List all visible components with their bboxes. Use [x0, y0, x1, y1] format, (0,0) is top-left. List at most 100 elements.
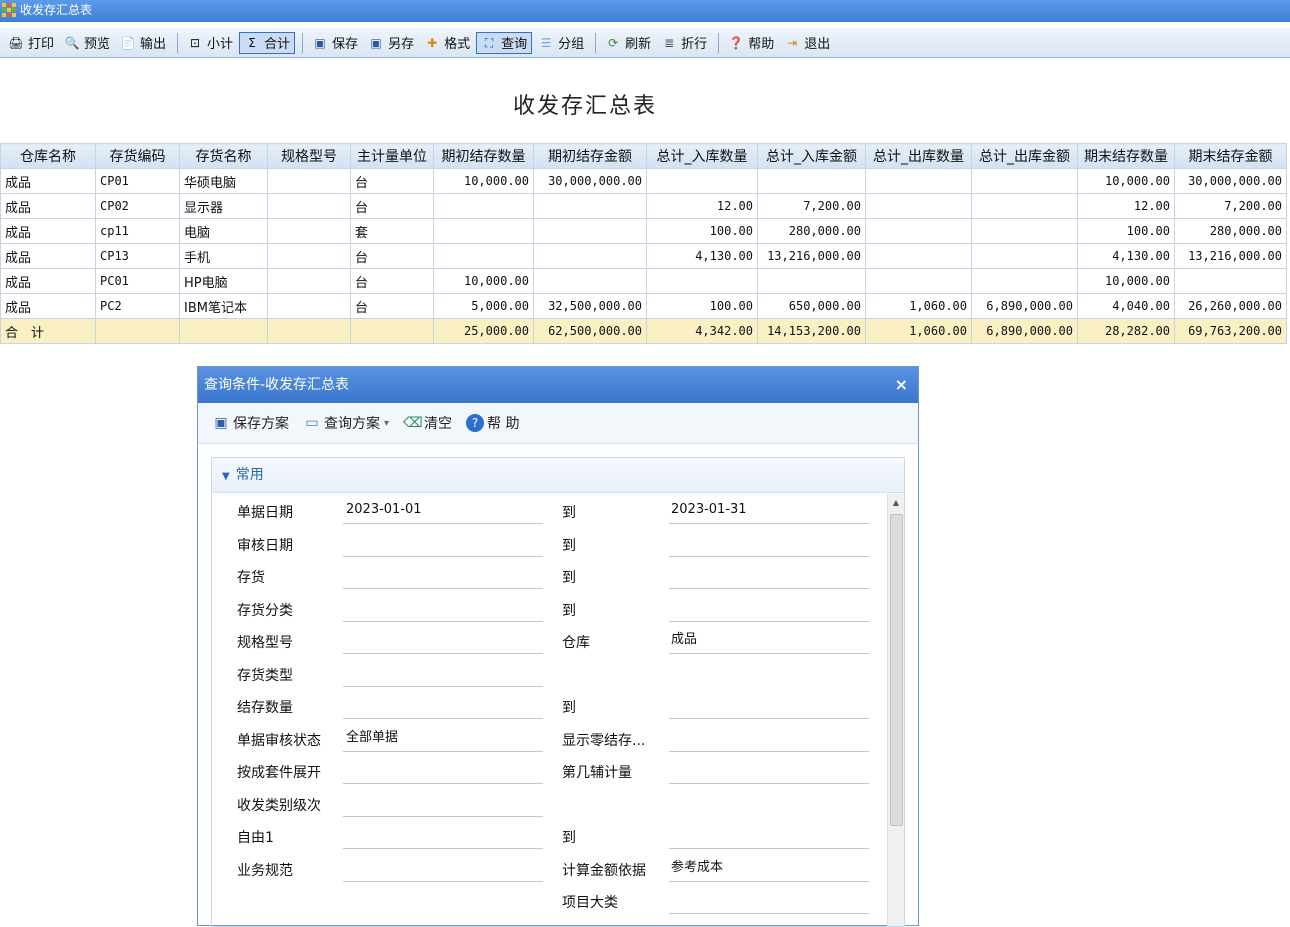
table-cell[interactable]: CP13	[95, 243, 180, 269]
close-icon[interactable]: ×	[895, 367, 908, 403]
table-cell[interactable]: 10,000.00	[433, 268, 534, 294]
column-header[interactable]: 总计_出库数量	[865, 143, 972, 169]
field-input-secondary[interactable]	[669, 890, 869, 914]
table-cell[interactable]: 台	[350, 268, 434, 294]
field-input-secondary[interactable]	[669, 695, 869, 719]
table-cell[interactable]	[865, 168, 972, 194]
field-input[interactable]	[343, 663, 543, 687]
table-cell[interactable]: 30,000,000.00	[533, 168, 647, 194]
column-header[interactable]: 总计_入库数量	[646, 143, 758, 169]
table-cell[interactable]: 13,216,000.00	[1174, 243, 1287, 269]
column-header[interactable]: 期初结存金额	[533, 143, 647, 169]
query-button[interactable]: ⛶ 查询	[476, 31, 533, 54]
table-cell[interactable]: 7,200.00	[757, 193, 866, 219]
table-cell[interactable]: IBM笔记本	[179, 293, 268, 319]
print-button[interactable]: 🖨 打印	[4, 32, 58, 54]
table-cell[interactable]: 10,000.00	[433, 168, 534, 194]
scroll-up-icon[interactable]: ▲	[888, 494, 904, 512]
table-cell[interactable]	[267, 268, 351, 294]
field-input[interactable]	[343, 793, 543, 817]
table-cell[interactable]: CP01	[95, 168, 180, 194]
save-as-button[interactable]: ▣ 另存	[364, 32, 418, 54]
table-cell[interactable]: 100.00	[1077, 218, 1175, 244]
field-input[interactable]: 2023-01-01	[343, 500, 543, 524]
table-cell[interactable]: 12.00	[646, 193, 758, 219]
field-input-secondary[interactable]	[669, 760, 869, 784]
table-row[interactable]: 成品 CP13 手机台 4,130.00 13,216,000.00 4,130.00 13…	[0, 243, 1287, 269]
exit-button[interactable]: ⇥ 退出	[780, 32, 834, 54]
table-row[interactable]: 成品 CP01 华硕电脑台 10,000.00 30,000,000.00 10,000.…	[0, 168, 1287, 194]
field-input[interactable]	[343, 760, 543, 784]
table-cell[interactable]	[533, 193, 647, 219]
table-cell[interactable]: 5,000.00	[433, 293, 534, 319]
field-input[interactable]	[343, 533, 543, 557]
table-cell[interactable]	[971, 168, 1078, 194]
table-cell[interactable]: 套	[350, 218, 434, 244]
column-header[interactable]: 期初结存数量	[433, 143, 534, 169]
table-cell[interactable]	[757, 268, 866, 294]
table-cell[interactable]	[267, 193, 351, 219]
field-input-secondary[interactable]	[669, 565, 869, 589]
table-cell[interactable]	[757, 168, 866, 194]
scroll-thumb[interactable]	[890, 514, 903, 826]
field-input[interactable]	[343, 695, 543, 719]
table-cell[interactable]	[971, 218, 1078, 244]
table-cell[interactable]: 成品	[0, 193, 96, 219]
table-cell[interactable]	[865, 193, 972, 219]
table-cell[interactable]: HP电脑	[179, 268, 268, 294]
table-cell[interactable]: 台	[350, 168, 434, 194]
table-cell[interactable]	[433, 193, 534, 219]
query-plan-button[interactable]: ▭ 查询方案 ▾	[303, 413, 389, 433]
preview-button[interactable]: 🔍 预览	[60, 32, 114, 54]
table-cell[interactable]: 10,000.00	[1077, 168, 1175, 194]
field-input[interactable]	[343, 858, 543, 882]
save-button[interactable]: ▣ 保存	[308, 32, 362, 54]
table-cell[interactable]: 12.00	[1077, 193, 1175, 219]
table-cell[interactable]	[971, 268, 1078, 294]
table-cell[interactable]	[433, 243, 534, 269]
table-cell[interactable]: 4,040.00	[1077, 293, 1175, 319]
form-scrollbar[interactable]: ▲	[887, 494, 904, 926]
column-header[interactable]: 存货名称	[179, 143, 268, 169]
field-input-secondary[interactable]	[669, 598, 869, 622]
table-cell[interactable]: 4,130.00	[1077, 243, 1175, 269]
table-cell[interactable]: 7,200.00	[1174, 193, 1287, 219]
table-cell[interactable]: 100.00	[646, 218, 758, 244]
field-input-secondary[interactable]: 成品	[669, 630, 869, 654]
table-cell[interactable]: 华硕电脑	[179, 168, 268, 194]
table-cell[interactable]: 280,000.00	[1174, 218, 1287, 244]
column-header[interactable]: 规格型号	[267, 143, 351, 169]
table-cell[interactable]: 650,000.00	[757, 293, 866, 319]
field-input-secondary[interactable]	[669, 533, 869, 557]
table-cell[interactable]	[865, 243, 972, 269]
field-input[interactable]	[343, 630, 543, 654]
table-cell[interactable]: CP02	[95, 193, 180, 219]
table-row[interactable]: 成品 CP02 显示器台 12.00 7,200.00 12.00 7,200.00	[0, 193, 1287, 219]
table-cell[interactable]	[646, 268, 758, 294]
subtotal-button[interactable]: ⊡ 小计	[183, 32, 237, 54]
clear-button[interactable]: ⌫ 清空	[403, 413, 452, 433]
export-button[interactable]: 📄 输出	[116, 32, 170, 54]
field-input-secondary[interactable]	[669, 825, 869, 849]
table-cell[interactable]: PC2	[95, 293, 180, 319]
section-header-common[interactable]: ▼ 常用	[212, 458, 904, 493]
table-cell[interactable]	[267, 218, 351, 244]
column-header[interactable]: 存货编码	[95, 143, 180, 169]
field-input-secondary[interactable]	[669, 728, 869, 752]
table-cell[interactable]: 手机	[179, 243, 268, 269]
dialog-help-button[interactable]: ? 帮 助	[466, 413, 519, 433]
table-cell[interactable]	[267, 293, 351, 319]
table-cell[interactable]: 成品	[0, 218, 96, 244]
table-row[interactable]: 成品 PC01 HP电脑台 10,000.00 10,000.00	[0, 268, 1287, 294]
table-cell[interactable]: 显示器	[179, 193, 268, 219]
field-input[interactable]	[343, 565, 543, 589]
table-cell[interactable]: PC01	[95, 268, 180, 294]
column-header[interactable]: 期末结存数量	[1077, 143, 1175, 169]
field-input-secondary[interactable]: 2023-01-31	[669, 500, 869, 524]
table-cell[interactable]: 台	[350, 193, 434, 219]
table-cell[interactable]: 成品	[0, 168, 96, 194]
table-cell[interactable]: 6,890,000.00	[971, 293, 1078, 319]
group-button[interactable]: ☰ 分组	[534, 32, 588, 54]
column-header[interactable]: 总计_出库金额	[971, 143, 1078, 169]
table-row[interactable]: 成品 PC2 IBM笔记本台 5,000.00 32,500,000.00 100.00 6…	[0, 293, 1287, 319]
